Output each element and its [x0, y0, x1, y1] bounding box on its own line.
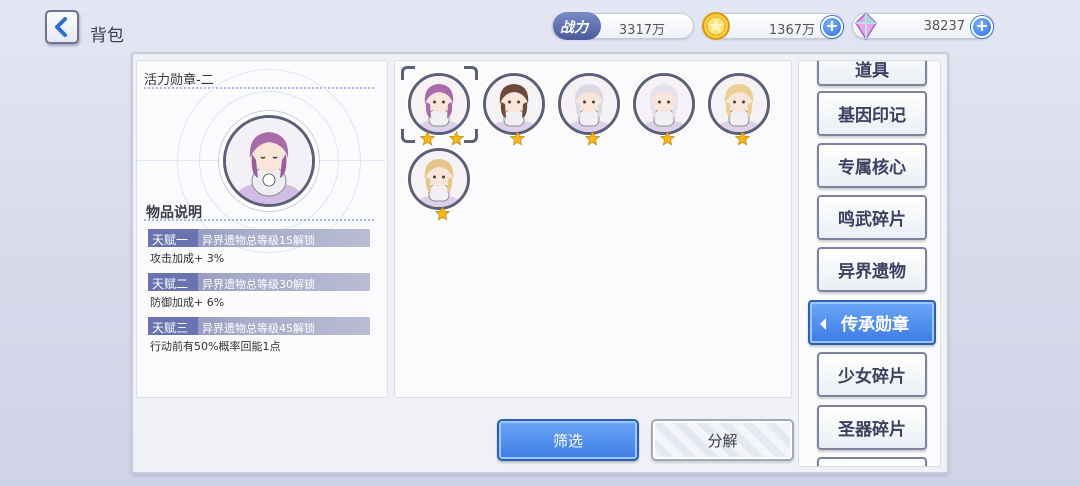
chibi-girl-icon — [226, 118, 312, 204]
category-tab[interactable] — [817, 457, 927, 466]
power-value: 3317万 — [618, 23, 665, 38]
power-badge: 战力 — [553, 12, 601, 40]
star-icon — [448, 130, 465, 150]
item-portrait — [223, 115, 315, 207]
caret-left-icon — [818, 316, 828, 336]
category-tab-label: 传承勋章 — [841, 315, 909, 335]
gems-value: 38237 — [923, 19, 965, 34]
divider — [144, 219, 374, 221]
talent-name: 天赋一 — [148, 229, 198, 247]
chibi-character-icon — [411, 151, 467, 207]
star-icon — [584, 130, 600, 150]
star-icon — [434, 205, 450, 225]
star-rating — [734, 130, 750, 150]
gold-coin-icon — [702, 12, 730, 40]
category-tabs: 道具基因印记专属核心鸣武碎片异界遗物传承勋章少女碎片圣器碎片 — [798, 60, 941, 467]
category-tab[interactable]: 少女碎片 — [817, 352, 927, 397]
coins-display: 1367万 + — [702, 12, 844, 40]
talent-condition: 异界遗物总等级30解锁 — [202, 278, 315, 291]
crystal-gem-icon — [855, 11, 877, 41]
talent-effect: 行动前有50%概率回能1点 — [150, 340, 281, 353]
category-tab-label: 道具 — [855, 61, 889, 81]
talent-row: 天赋三 异界遗物总等级45解锁 — [148, 317, 370, 335]
category-tab[interactable]: 专属核心 — [817, 143, 927, 188]
category-tab[interactable]: 鸣武碎片 — [817, 195, 927, 240]
category-tab-label: 圣器碎片 — [838, 420, 906, 440]
chibi-character-icon — [561, 76, 617, 132]
talent-effect: 攻击加成+ 3% — [150, 252, 225, 265]
selection-corner — [401, 129, 415, 143]
selection-corner — [464, 66, 478, 80]
star-rating — [419, 130, 465, 150]
talent-row: 天赋二 异界遗物总等级30解锁 — [148, 273, 370, 291]
chibi-character-icon — [636, 76, 692, 132]
coins-value: 1367万 — [768, 23, 815, 38]
star-icon — [734, 130, 750, 150]
talent-condition: 异界遗物总等级45解锁 — [202, 322, 315, 335]
chibi-character-icon — [411, 76, 467, 132]
category-tab[interactable]: 异界遗物 — [817, 247, 927, 292]
talent-row: 天赋一 异界遗物总等级15解锁 — [148, 229, 370, 247]
add-gems-button[interactable]: + — [971, 16, 993, 38]
star-icon — [419, 130, 436, 150]
power-display: 战力 3317万 — [552, 12, 694, 40]
category-tab-label: 少女碎片 — [838, 367, 906, 387]
category-tab-label: 鸣武碎片 — [838, 210, 906, 230]
selection-corner — [464, 129, 478, 143]
talent-name: 天赋三 — [148, 317, 198, 335]
category-tab-label: 专属核心 — [838, 158, 906, 178]
medal-item[interactable] — [408, 73, 470, 135]
star-rating — [434, 205, 450, 225]
back-button[interactable] — [45, 10, 79, 44]
medal-item[interactable] — [408, 148, 470, 210]
star-rating — [584, 130, 600, 150]
category-tab[interactable]: 道具 — [817, 61, 927, 86]
talent-condition: 异界遗物总等级15解锁 — [202, 234, 315, 247]
chevron-left-icon — [55, 17, 67, 37]
category-tab-label: 基因印记 — [838, 106, 906, 126]
selection-corner — [401, 66, 415, 80]
medal-item[interactable] — [558, 73, 620, 135]
medal-item[interactable] — [633, 73, 695, 135]
star-rating — [659, 130, 675, 150]
gems-display: 38237 + — [852, 11, 994, 41]
star-icon — [659, 130, 675, 150]
talent-name: 天赋二 — [148, 273, 198, 291]
add-coins-button[interactable]: + — [821, 16, 843, 38]
chibi-character-icon — [486, 76, 542, 132]
page-title: 背包 — [90, 26, 124, 46]
decompose-button[interactable]: 分解 — [651, 419, 794, 461]
star-icon — [509, 130, 525, 150]
talent-effect: 防御加成+ 6% — [150, 296, 225, 309]
category-tab[interactable]: 传承勋章 — [808, 300, 936, 345]
medal-item[interactable] — [708, 73, 770, 135]
chibi-character-icon — [711, 76, 767, 132]
filter-button[interactable]: 筛选 — [497, 419, 639, 461]
category-tab-label: 异界遗物 — [838, 262, 906, 282]
star-rating — [509, 130, 525, 150]
category-tab[interactable]: 圣器碎片 — [817, 405, 927, 450]
category-tab[interactable]: 基因印记 — [817, 91, 927, 136]
medal-item[interactable] — [483, 73, 545, 135]
item-detail-pane: 活力勋章-二 物品说明 天赋一 异界遗物总等级15解锁 攻击加成+ 3% 天赋二… — [136, 60, 388, 398]
item-name: 活力勋章-二 — [144, 73, 214, 88]
